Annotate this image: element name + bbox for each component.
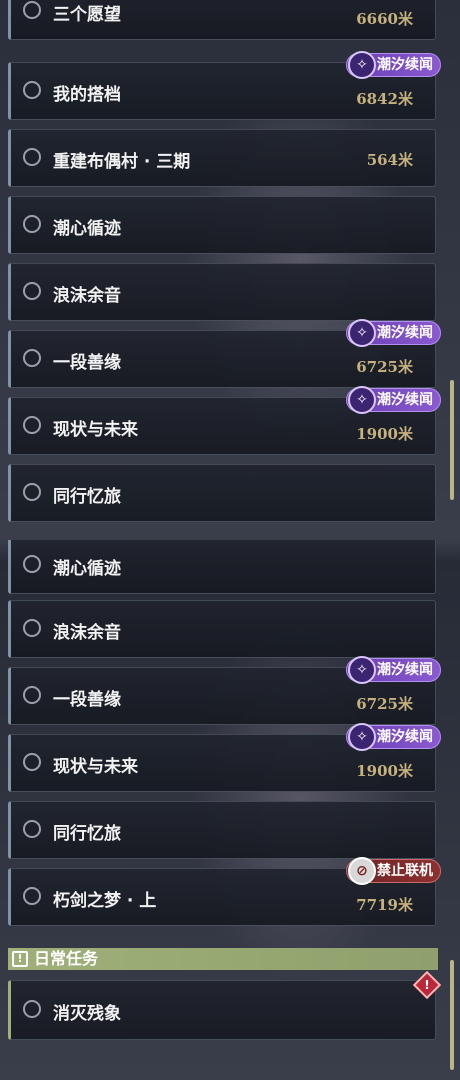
radio-icon[interactable]	[23, 686, 41, 704]
tide-badge: ✧ 潮汐续闻	[346, 386, 441, 414]
quest-title: 同行忆旅	[53, 824, 121, 844]
tide-badge: ✧ 潮汐续闻	[346, 51, 441, 79]
radio-icon[interactable]	[23, 1, 41, 19]
quest-distance: 6725米	[356, 358, 413, 376]
quest-distance: 1900米	[356, 425, 413, 443]
tide-icon: ✧	[348, 51, 376, 79]
tide-badge: ✧ 潮汐续闻	[346, 319, 441, 347]
tide-badge-label: 潮汐续闻	[377, 392, 433, 408]
tide-badge: ✧ 潮汐续闻	[346, 723, 441, 751]
quest-item[interactable]: 同行忆旅	[8, 464, 436, 522]
quest-item[interactable]: 现状与未来 1900米 ✧ 潮汐续闻	[8, 386, 441, 455]
quest-title: 现状与未来	[53, 420, 138, 440]
quest-item[interactable]: 一段善缘 6725米 ✧ 潮汐续闻	[8, 656, 441, 725]
quest-title: 潮心循迹	[53, 559, 121, 579]
radio-icon[interactable]	[23, 215, 41, 233]
no-coop-badge: ⊘ 禁止联机	[346, 857, 441, 885]
quest-item[interactable]: 同行忆旅	[8, 801, 436, 859]
quest-item[interactable]: 我的搭档 6842米 ✧ 潮汐续闻	[8, 51, 441, 120]
quest-title: 同行忆旅	[53, 487, 121, 507]
quest-item[interactable]: 消灭残象 !	[8, 970, 442, 1040]
quest-title: 潮心循迹	[53, 219, 121, 239]
quest-title: 三个愿望	[53, 5, 121, 25]
radio-icon[interactable]	[23, 416, 41, 434]
radio-icon[interactable]	[23, 81, 41, 99]
quest-title: 一段善缘	[53, 353, 121, 373]
tide-icon: ✧	[348, 723, 376, 751]
radio-icon[interactable]	[23, 483, 41, 501]
radio-icon[interactable]	[23, 282, 41, 300]
section-title: 日常任务	[34, 949, 99, 968]
quest-title: 现状与未来	[53, 757, 138, 777]
alert-icon: !	[412, 970, 442, 1000]
quest-title: 浪沫余音	[53, 286, 121, 306]
quest-item[interactable]: 潮心循迹	[8, 540, 436, 594]
no-coop-icon: ⊘	[348, 857, 376, 885]
quest-title: 浪沫余音	[53, 623, 121, 643]
tide-badge-label: 潮汐续闻	[377, 662, 433, 678]
tide-icon: ✧	[348, 656, 376, 684]
quest-list-top: 三个愿望 6660米 ✧ 潮汐续闻 我的搭档 6842米 ✧ 潮汐续闻 重建布偶…	[0, 0, 460, 540]
radio-icon[interactable]	[23, 148, 41, 166]
radio-icon[interactable]	[23, 1000, 41, 1018]
quest-distance: 6725米	[356, 695, 413, 713]
scrollbar[interactable]	[450, 380, 454, 500]
tide-badge: ✧ 潮汐续闻	[346, 656, 441, 684]
quest-title: 消灭残象	[53, 1004, 121, 1024]
tide-icon: ✧	[348, 319, 376, 347]
quest-title: 一段善缘	[53, 690, 121, 710]
exclamation-icon: !	[12, 951, 28, 967]
radio-icon[interactable]	[23, 349, 41, 367]
quest-item[interactable]: 重建布偶村 · 三期 564米	[8, 129, 436, 187]
quest-title: 朽剑之梦 · 上	[53, 891, 157, 911]
quest-distance: 1900米	[356, 762, 413, 780]
radio-icon[interactable]	[23, 619, 41, 637]
tide-icon: ✧	[348, 386, 376, 414]
radio-icon[interactable]	[23, 887, 41, 905]
quest-item[interactable]: 一段善缘 6725米 ✧ 潮汐续闻	[8, 319, 441, 388]
scrollbar[interactable]	[450, 960, 454, 1070]
quest-title: 我的搭档	[53, 85, 121, 105]
quest-item[interactable]: 朽剑之梦 · 上 7719米 ⊘ 禁止联机	[8, 857, 441, 926]
daily-quests-header[interactable]: ! 日常任务	[8, 948, 438, 970]
quest-item[interactable]: 现状与未来 1900米 ✧ 潮汐续闻	[8, 723, 441, 792]
no-coop-badge-label: 禁止联机	[377, 863, 433, 879]
radio-icon[interactable]	[23, 753, 41, 771]
quest-distance: 6660米	[356, 10, 413, 28]
quest-distance: 6842米	[356, 90, 413, 108]
radio-icon[interactable]	[23, 555, 41, 573]
quest-item[interactable]: 三个愿望 6660米 ✧ 潮汐续闻	[8, 0, 436, 40]
quest-item[interactable]: 潮心循迹	[8, 196, 436, 254]
quest-distance: 564米	[366, 151, 413, 169]
quest-item[interactable]: 浪沫余音	[8, 600, 436, 658]
tide-badge-label: 潮汐续闻	[377, 325, 433, 341]
tide-badge-label: 潮汐续闻	[377, 57, 433, 73]
quest-distance: 7719米	[356, 896, 413, 914]
quest-item[interactable]: 浪沫余音	[8, 263, 436, 321]
tide-badge-label: 潮汐续闻	[377, 729, 433, 745]
quest-list-bottom: 潮心循迹 浪沫余音 一段善缘 6725米 ✧ 潮汐续闻 现状与未来 1900米 …	[0, 540, 460, 1080]
quest-title: 重建布偶村 · 三期	[53, 152, 191, 172]
radio-icon[interactable]	[23, 820, 41, 838]
